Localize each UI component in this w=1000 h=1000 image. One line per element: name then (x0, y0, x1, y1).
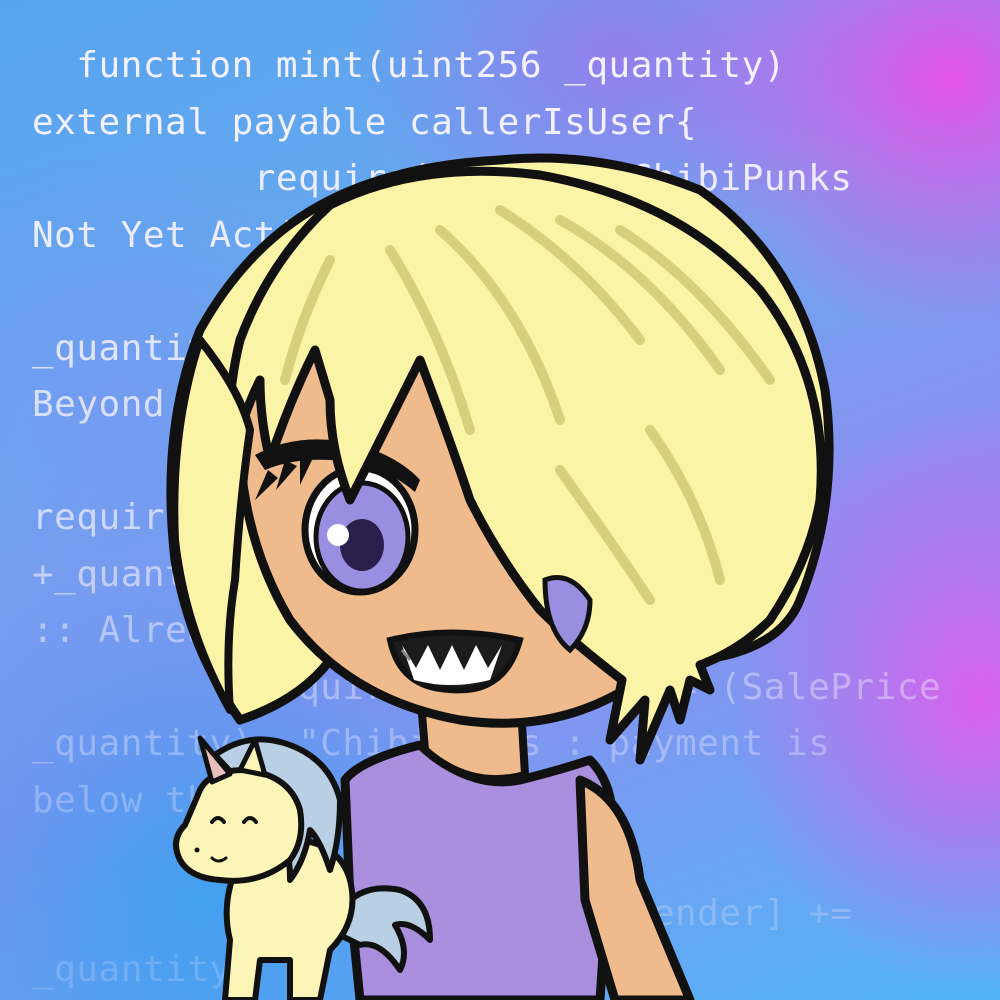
shirt (340, 740, 617, 1000)
chibi-character-illustration (166, 153, 834, 1000)
chibipunk-artwork: function mint(uint256 _quantity) external… (0, 0, 1000, 1000)
